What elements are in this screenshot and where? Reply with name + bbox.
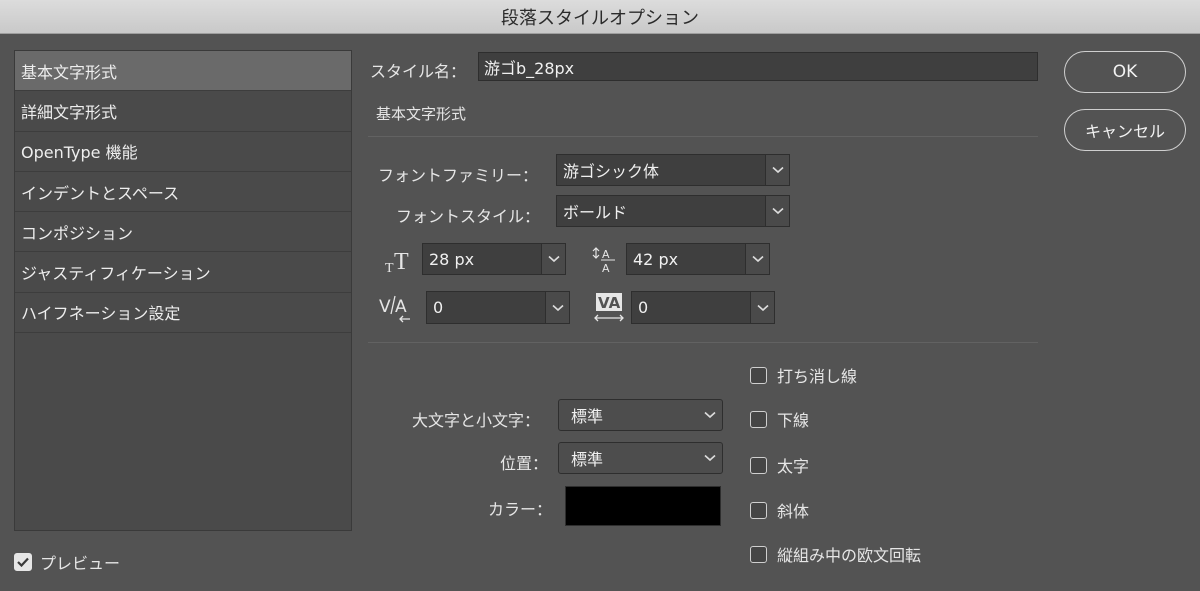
svg-text:A: A (602, 262, 610, 275)
preview-toggle[interactable]: プレビュー (14, 550, 120, 574)
sidebar-item-opentype-features[interactable]: OpenType 機能 (15, 132, 351, 172)
bold-label: 太字 (777, 457, 810, 476)
tracking-combo[interactable]: 0 (631, 291, 775, 324)
chevron-down-icon[interactable] (745, 244, 769, 274)
tracking-icon: VA (592, 290, 626, 324)
case-label: 大文字と小文字： (412, 411, 541, 430)
svg-text:VA: VA (598, 294, 621, 312)
chevron-down-icon[interactable] (765, 196, 789, 226)
position-select[interactable]: 標準 (558, 442, 723, 474)
font-style-label: フォントスタイル： (396, 207, 541, 226)
chevron-down-icon (704, 411, 716, 419)
sidebar-item-label: ジャスティフィケーション (21, 264, 211, 284)
chevron-down-icon (704, 454, 716, 462)
font-size-value: 28 px (423, 244, 541, 274)
chevron-down-icon[interactable] (541, 244, 565, 274)
style-name-input[interactable]: 游ゴb_28px (478, 52, 1038, 81)
roman-rotation-checkbox[interactable] (750, 545, 767, 563)
underline-option[interactable]: 下線 (750, 407, 809, 431)
font-family-combo[interactable]: 游ゴシック体 (556, 154, 790, 186)
ok-button-label: OK (1112, 62, 1138, 82)
window-title: 段落スタイルオプション (501, 7, 699, 29)
strikethrough-checkbox[interactable] (750, 366, 767, 384)
strikethrough-option[interactable]: 打ち消し線 (750, 363, 857, 387)
tracking-value: 0 (632, 292, 750, 323)
italic-label: 斜体 (777, 502, 810, 521)
svg-text:V: V (379, 297, 391, 317)
position-value: 標準 (571, 450, 604, 469)
sidebar-item-label: インデントとスペース (21, 183, 180, 203)
font-family-value: 游ゴシック体 (557, 155, 765, 185)
sidebar-item-basic-character-formats[interactable]: 基本文字形式 (15, 51, 351, 92)
checkmark-icon (17, 557, 29, 567)
font-family-label: フォントファミリー： (378, 166, 539, 185)
cancel-button-label: キャンセル (1084, 122, 1165, 141)
sidebar-item-label: 詳細文字形式 (21, 102, 118, 122)
underline-label: 下線 (777, 411, 810, 430)
italic-option[interactable]: 斜体 (750, 498, 809, 522)
sidebar-item-hyphenation[interactable]: ハイフネーション設定 (15, 293, 351, 334)
sidebar-item-composition[interactable]: コンポジション (15, 212, 351, 253)
bold-option[interactable]: 太字 (750, 453, 809, 477)
kerning-icon: V A (378, 292, 414, 326)
chevron-down-icon[interactable] (545, 292, 569, 323)
section-title: 基本文字形式 (376, 105, 467, 123)
section-divider (368, 136, 1038, 137)
underline-checkbox[interactable] (750, 410, 767, 428)
style-name-value: 游ゴb_28px (484, 58, 575, 78)
preview-label: プレビュー (40, 554, 121, 573)
sidebar-item-label: ハイフネーション設定 (21, 304, 181, 324)
bold-checkbox[interactable] (750, 456, 767, 474)
preview-checkbox[interactable] (14, 553, 32, 571)
case-value: 標準 (571, 407, 604, 426)
color-swatch[interactable] (565, 486, 721, 526)
style-name-label: スタイル名： (370, 62, 467, 81)
cancel-button[interactable]: キャンセル (1064, 109, 1186, 151)
sidebar-item-advanced-character-formats[interactable]: 詳細文字形式 (15, 91, 351, 132)
position-label: 位置： (500, 454, 549, 473)
case-select[interactable]: 標準 (558, 399, 723, 431)
svg-text:A: A (602, 248, 610, 261)
svg-text:T: T (394, 249, 409, 275)
leading-icon: A A (590, 245, 622, 275)
window-title-bar: 段落スタイルオプション (0, 0, 1200, 34)
svg-text:T: T (385, 261, 394, 275)
roman-rotation-option[interactable]: 縦組み中の欧文回転 (750, 542, 921, 566)
category-list: 基本文字形式 詳細文字形式 OpenType 機能 インデントとスペース コンポ… (14, 50, 352, 531)
kerning-value: 0 (427, 292, 545, 323)
svg-text:A: A (395, 297, 407, 317)
sidebar-item-label: OpenType 機能 (21, 143, 138, 163)
sidebar-item-label: 基本文字形式 (21, 62, 118, 82)
color-label: カラー： (488, 500, 553, 519)
ok-button[interactable]: OK (1064, 51, 1186, 93)
sidebar-item-justification[interactable]: ジャスティフィケーション (15, 252, 351, 293)
chevron-down-icon[interactable] (750, 292, 774, 323)
sidebar-item-indents-and-spacing[interactable]: インデントとスペース (15, 172, 351, 213)
font-style-combo[interactable]: ボールド (556, 195, 790, 227)
leading-value: 42 px (627, 244, 745, 274)
roman-rotation-label: 縦組み中の欧文回転 (777, 546, 922, 565)
section-divider (368, 342, 1038, 343)
chevron-down-icon[interactable] (765, 155, 789, 185)
kerning-combo[interactable]: 0 (426, 291, 570, 324)
font-size-combo[interactable]: 28 px (422, 243, 566, 275)
font-size-icon: T T (384, 246, 416, 276)
strikethrough-label: 打ち消し線 (777, 367, 858, 386)
italic-checkbox[interactable] (750, 501, 767, 519)
font-style-value: ボールド (557, 196, 765, 226)
sidebar-item-label: コンポジション (21, 223, 134, 243)
leading-combo[interactable]: 42 px (626, 243, 770, 275)
